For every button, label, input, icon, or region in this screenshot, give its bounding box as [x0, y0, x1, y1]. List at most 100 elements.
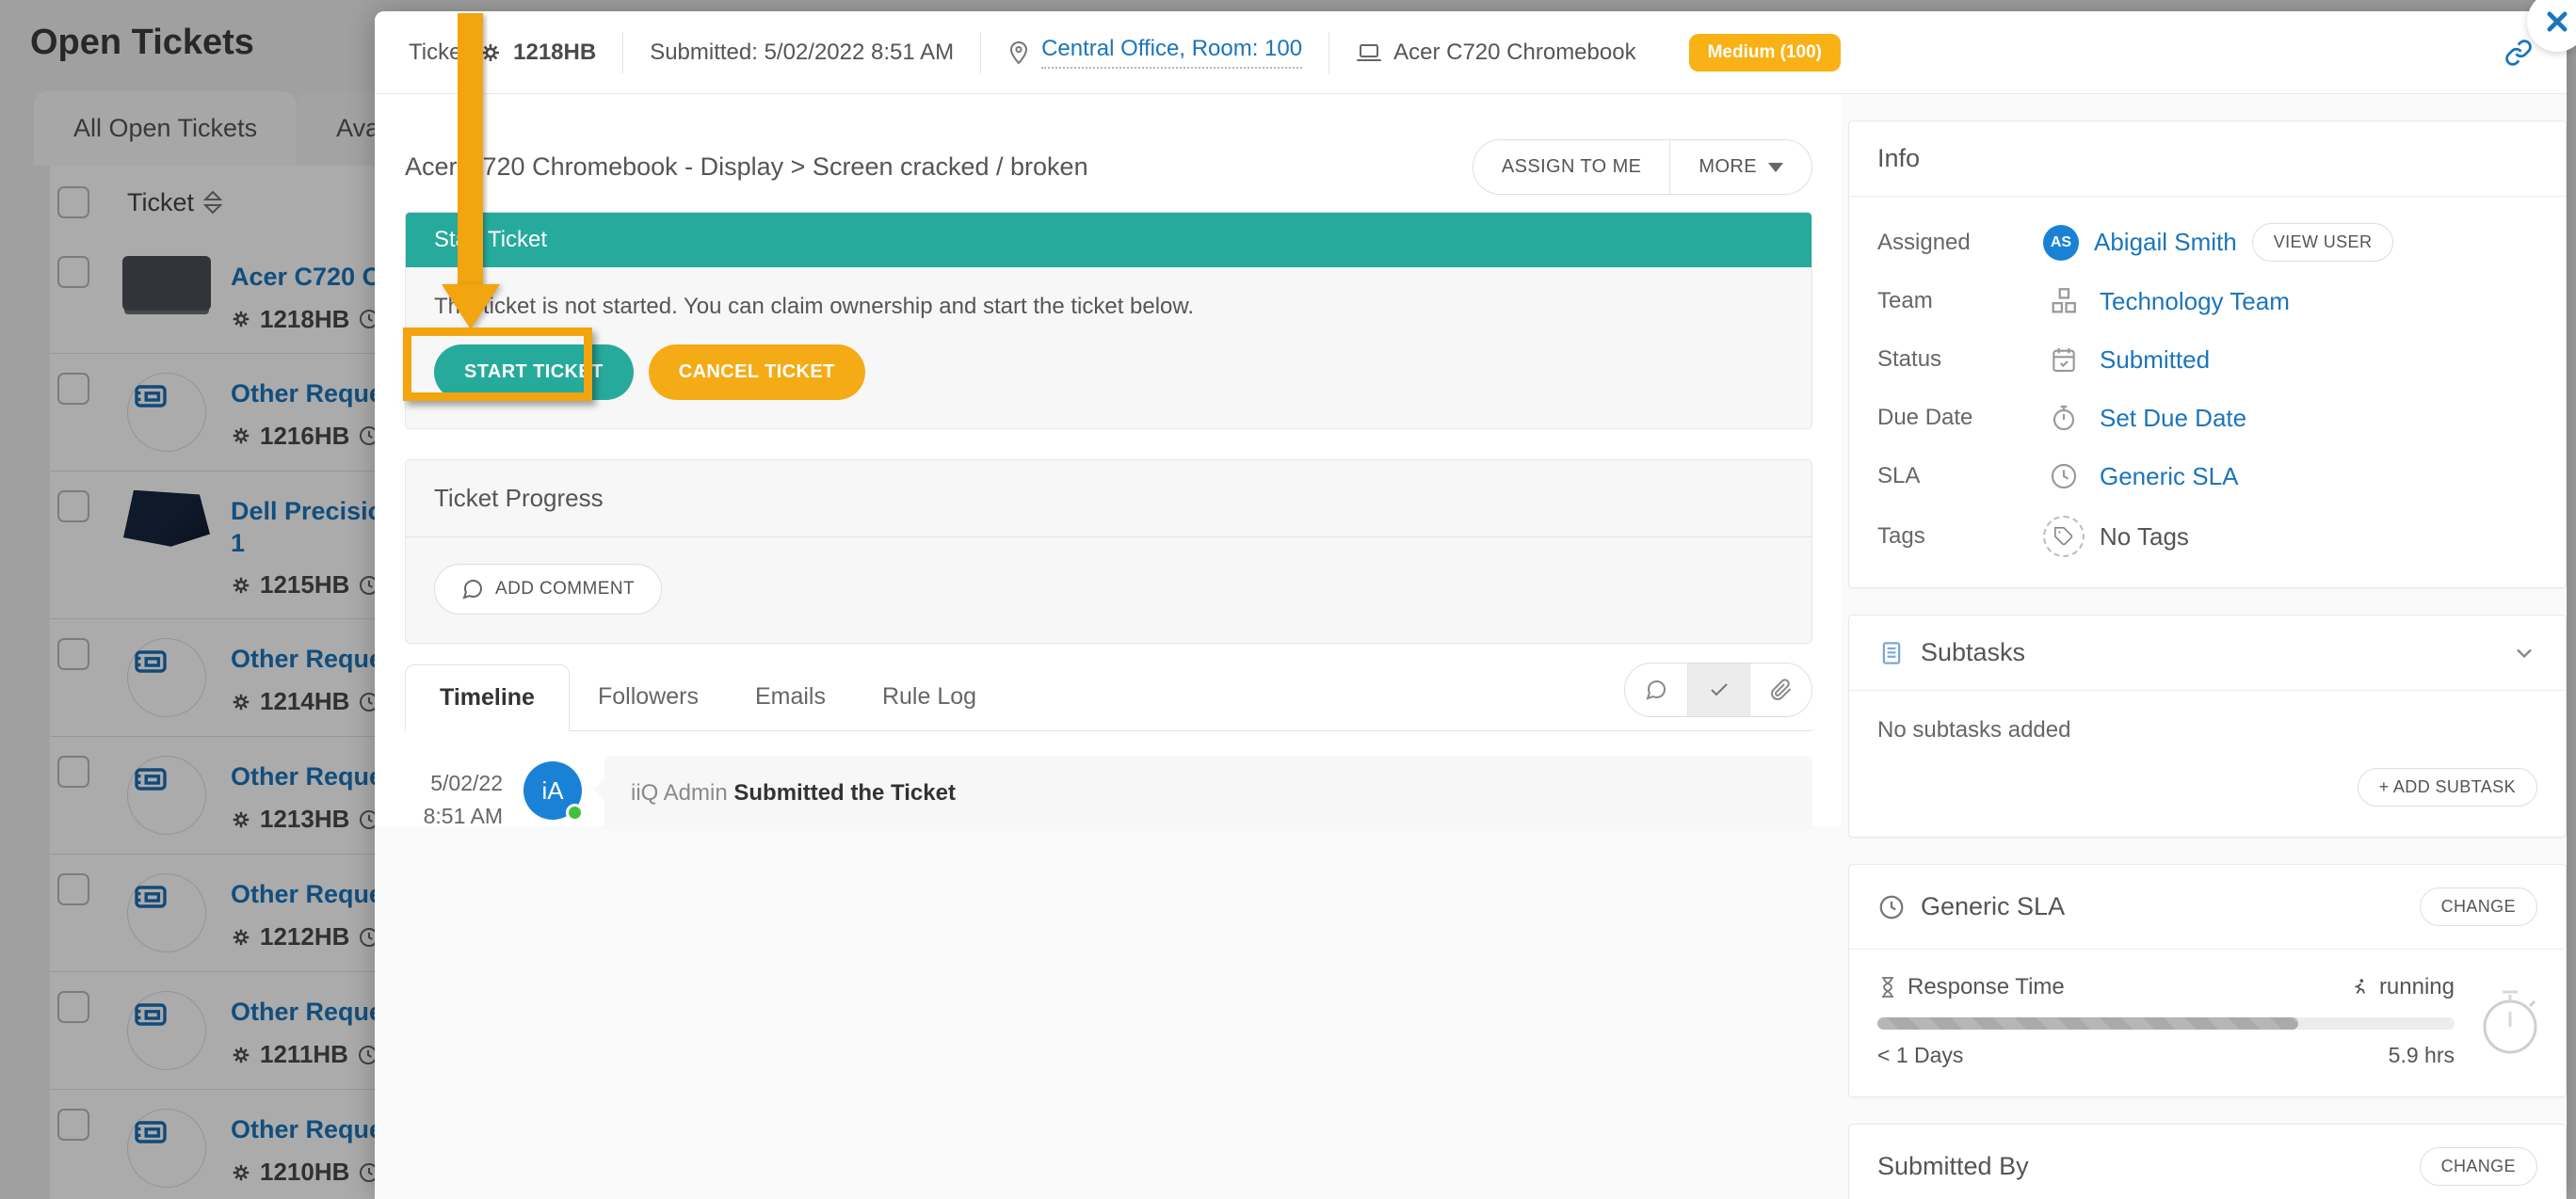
avatar: AS: [2043, 225, 2079, 261]
tab-emails[interactable]: Emails: [727, 664, 854, 729]
ticket-main-column: Acer C720 Chromebook - Display > Screen …: [375, 94, 1841, 826]
detail-tabs: Timeline Followers Emails Rule Log: [405, 663, 1812, 731]
add-comment-label: ADD COMMENT: [495, 579, 635, 600]
sla-progress-fill: [1877, 1017, 2298, 1030]
start-ticket-card: Start Ticket This ticket is not started.…: [405, 212, 1812, 429]
comment-icon: [461, 578, 484, 600]
team-link[interactable]: Technology Team: [2100, 287, 2290, 316]
location-segment: Central Office, Room: 100: [981, 32, 1329, 73]
info-card-title: Info: [1877, 144, 1920, 173]
ticket-detail-modal: Ticket 1218HB Submitted: 5/02/2022 8:51 …: [375, 11, 2567, 1199]
sla-metric-label: Response Time: [1908, 974, 2065, 1000]
status-link[interactable]: Submitted: [2100, 345, 2210, 375]
chevron-down-icon[interactable]: [2511, 640, 2537, 666]
info-label-due-date: Due Date: [1877, 405, 2043, 431]
info-label-sla: SLA: [1877, 463, 2043, 489]
sla-change-button[interactable]: CHANGE: [2420, 887, 2537, 926]
timeline-filter-buttons: [1624, 663, 1812, 717]
hourglass-icon: [1877, 976, 1898, 999]
team-cubes-icon: [2048, 285, 2080, 317]
more-label: MORE: [1699, 156, 1757, 178]
timeline-event-bubble: iiQ Admin Submitted the Ticket: [604, 756, 1812, 831]
more-button[interactable]: MORE: [1669, 140, 1811, 194]
ticket-header-bar: Ticket 1218HB Submitted: 5/02/2022 8:51 …: [375, 11, 2567, 94]
sla-link[interactable]: Generic SLA: [2100, 462, 2238, 491]
cancel-ticket-button[interactable]: CANCEL TICKET: [649, 344, 865, 400]
app-root: { "sidebar": { "title": "Open Tickets", …: [0, 0, 2576, 1199]
info-column: Info Assigned AS Abigail Smith VIEW USER…: [1848, 94, 2567, 1199]
assigned-user-link[interactable]: Abigail Smith: [2094, 228, 2237, 257]
modal-body: Acer C720 Chromebook - Display > Screen …: [375, 94, 2567, 1199]
filter-comments-button[interactable]: [1625, 663, 1687, 716]
start-ticket-message: This ticket is not started. You can clai…: [434, 294, 1783, 320]
submitted-by-title: Submitted By: [1877, 1152, 2029, 1181]
add-subtask-button[interactable]: + ADD SUBTASK: [2358, 768, 2537, 807]
start-ticket-button[interactable]: START TICKET: [434, 344, 634, 400]
stopwatch-icon: [2475, 983, 2545, 1059]
location-link[interactable]: Central Office, Room: 100: [1041, 36, 1302, 69]
timeline-action: Submitted the Ticket: [733, 780, 956, 806]
tab-timeline[interactable]: Timeline: [405, 664, 570, 731]
tag-icon: [2043, 516, 2085, 557]
ticket-progress-card: Ticket Progress ADD COMMENT: [405, 459, 1812, 644]
timeline-actor: iiQ Admin: [631, 780, 728, 806]
sla-progress-track: [1877, 1017, 2455, 1030]
timeline-time: 8:51 AM: [405, 800, 503, 833]
stopwatch-icon: [2049, 403, 2079, 433]
info-card: Info Assigned AS Abigail Smith VIEW USER…: [1848, 120, 2567, 588]
submitted-by-card: Submitted By CHANGE iA iiQ Admin VIEW US…: [1848, 1124, 2567, 1199]
avatar[interactable]: iA: [523, 761, 582, 820]
filter-events-button[interactable]: [1687, 663, 1749, 716]
clock-icon: [1877, 893, 1906, 921]
priority-badge[interactable]: Medium (100): [1689, 34, 1841, 72]
ticket-title: Acer C720 Chromebook - Display > Screen …: [405, 152, 1088, 182]
paperclip-icon: [1770, 679, 1793, 701]
asset-gear-icon: [479, 41, 502, 64]
add-comment-button[interactable]: ADD COMMENT: [434, 564, 662, 615]
submitted-by-change-button[interactable]: CHANGE: [2420, 1147, 2537, 1186]
sla-card: Generic SLA CHANGE Response Time: [1848, 864, 2567, 1097]
device-segment: Acer C720 Chromebook: [1329, 32, 1662, 73]
comment-icon: [1645, 679, 1667, 701]
avatar-initials: iA: [541, 776, 563, 806]
ticket-label: Ticket: [409, 40, 468, 66]
ticket-id: 1218HB: [513, 40, 596, 66]
device-name[interactable]: Acer C720 Chromebook: [1393, 40, 1635, 66]
laptop-icon: [1356, 41, 1382, 64]
filter-attachments-button[interactable]: [1749, 663, 1811, 716]
tab-followers[interactable]: Followers: [570, 664, 727, 729]
timeline-date: 5/02/22: [405, 767, 503, 800]
location-pin-icon: [1007, 40, 1030, 65]
close-icon: [2544, 8, 2570, 35]
assign-to-me-button[interactable]: ASSIGN TO ME: [1473, 140, 1670, 194]
runner-icon: [2349, 976, 2370, 999]
tags-value[interactable]: No Tags: [2100, 522, 2189, 552]
info-label-tags: Tags: [1877, 523, 2043, 550]
chevron-down-icon: [1768, 163, 1783, 172]
ticket-id-segment: Ticket 1218HB: [409, 32, 623, 73]
subtasks-list-icon: [1877, 639, 1906, 667]
view-user-button[interactable]: VIEW USER: [2252, 223, 2394, 262]
timeline-entry: 5/02/22 8:51 AM iA iiQ Admin Submitted t…: [405, 756, 1812, 832]
submitted-segment: Submitted: 5/02/2022 8:51 AM: [623, 32, 981, 73]
sla-elapsed: 5.9 hrs: [2389, 1043, 2455, 1068]
info-label-status: Status: [1877, 346, 2043, 373]
sla-card-title: Generic SLA: [1921, 892, 2065, 921]
check-icon: [1708, 679, 1731, 701]
start-ticket-banner: Start Ticket: [406, 213, 1811, 267]
clock-icon: [2049, 461, 2079, 491]
subtasks-title: Subtasks: [1921, 638, 2025, 667]
online-status-dot: [566, 804, 584, 822]
subtasks-empty-text: No subtasks added: [1877, 717, 2537, 743]
copy-link-icon[interactable]: [2504, 39, 2533, 67]
ticket-action-buttons: ASSIGN TO ME MORE: [1473, 139, 1812, 195]
calendar-check-icon: [2049, 344, 2079, 375]
ticket-progress-title: Ticket Progress: [434, 484, 604, 513]
tab-rule-log[interactable]: Rule Log: [854, 664, 1005, 729]
sla-state-label: running: [2379, 974, 2455, 1000]
info-label-assigned: Assigned: [1877, 230, 2043, 256]
sla-target: < 1 Days: [1877, 1043, 1963, 1068]
timeline-timestamp: 5/02/22 8:51 AM: [405, 756, 503, 832]
set-due-date-link[interactable]: Set Due Date: [2100, 404, 2246, 433]
subtasks-card: Subtasks No subtasks added + ADD SUBTASK: [1848, 615, 2567, 838]
